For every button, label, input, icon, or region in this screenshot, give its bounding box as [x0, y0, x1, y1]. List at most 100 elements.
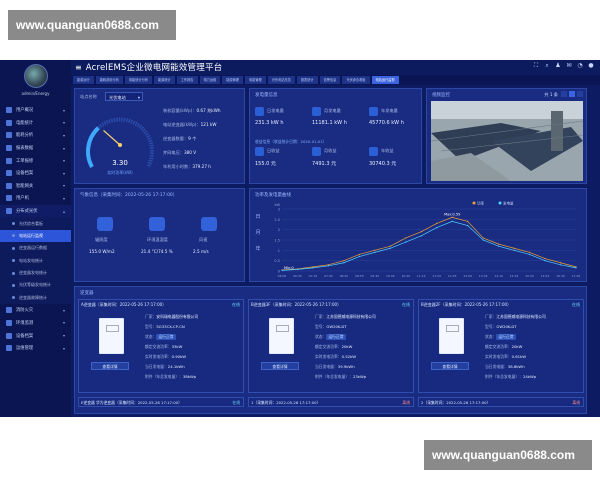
sidebar-subitem-4[interactable]: 逆变器发电统计: [0, 266, 71, 280]
chart-period-tab[interactable]: 年: [253, 245, 263, 261]
sidebar-item-0[interactable]: 用户概况 ▾: [0, 104, 71, 117]
bullet-icon: [12, 283, 15, 287]
station-select[interactable]: 光伏电站 ▾: [105, 92, 143, 101]
camera-pagination: [561, 91, 583, 97]
sidebar-item-label: 报表数据: [16, 146, 34, 152]
info-key: 年利用小时数：: [163, 164, 193, 169]
x-tick-label: 09:30: [371, 274, 380, 278]
chart-period-tab[interactable]: 日: [253, 213, 263, 229]
view-details-button[interactable]: 查看详情: [261, 362, 299, 370]
tab-3[interactable]: 能源统计: [154, 76, 175, 84]
sidebar-item-1[interactable]: 电能统计 ▾: [0, 117, 71, 130]
sidebar-item-label: 能耗分析: [16, 133, 34, 139]
status-badge: 在线: [572, 302, 580, 308]
avatar[interactable]: [23, 64, 48, 88]
menu-icon: [6, 107, 12, 114]
tab-9[interactable]: 报表统计: [296, 76, 318, 84]
wind-icon: [201, 217, 217, 231]
tab-6[interactable]: 能源管理: [222, 76, 243, 84]
sidebar-subitem-6[interactable]: 逆变器故障统计: [0, 291, 71, 305]
tab-0[interactable]: 能源运行: [73, 76, 94, 84]
data-point: [312, 267, 314, 269]
station-name-label: 站点名称: [80, 94, 97, 99]
tab-4[interactable]: 工作报告: [176, 76, 198, 84]
x-tick-label: 10:05: [386, 274, 395, 278]
menu-icon: [6, 182, 12, 189]
shirt-icon[interactable]: ♟: [555, 63, 561, 69]
next-page-icon[interactable]: [577, 91, 583, 97]
data-point: [327, 264, 330, 266]
y-tick-label: 0.5: [274, 259, 280, 263]
x-tick-label: 13:35: [479, 274, 488, 278]
menu-icon: [6, 332, 12, 339]
sidebar-subitem-2[interactable]: 逆变器运行数据: [0, 242, 71, 255]
message-icon[interactable]: ✉: [566, 63, 572, 69]
sidebar-subitem-3[interactable]: 电站发电统计: [0, 254, 71, 267]
info-value: 0.67 兆kWh: [196, 108, 221, 113]
info-value: 121 kW: [200, 122, 217, 127]
sidebar: admin/Energy 用户概况 ▾ 电能统计 ▾ 能耗分析 ▾ 报表数据 ▾ 工单报修 ▾ 设备…: [0, 60, 71, 417]
data-point: [389, 247, 391, 249]
info-value: 运行正常: [156, 334, 176, 340]
inverter-title: E逆变器 华为逆变器（采集时间：2022-05-26 17:17:00）: [81, 400, 182, 405]
y-tick-label: 1: [278, 249, 280, 253]
power-chart[interactable]: 3 2.5 2 1.5 1 0.5 0 kW 06:00 06:35 07:10 07:45 08:20…: [264, 199, 584, 281]
page-1-button[interactable]: [569, 91, 575, 97]
data-point: [358, 253, 360, 256]
legend-marker: [472, 201, 476, 205]
weather-value: 2.5 m/s: [193, 249, 209, 254]
inverter-title: B逆变器2F（采集时间：2022-05-26 17:17:00）: [421, 302, 512, 307]
inverter-card-collapsed[interactable]: 2（采集时间：2022-05-26 17:17:00） 离线: [418, 397, 584, 407]
sidebar-bottom-item-0[interactable]: 消防火灾 ▾: [0, 304, 71, 317]
sidebar-subitem-0[interactable]: 光伏综合看板: [0, 217, 71, 230]
sidebar-item-6[interactable]: 智能网关 ▾: [0, 180, 71, 193]
tab-2[interactable]: 用能统计分析: [124, 76, 152, 84]
y-tick-label: 0: [278, 270, 280, 274]
camera-feed-image[interactable]: [431, 101, 583, 181]
income-value: 155.0 元: [255, 161, 276, 167]
menu-toggle-icon[interactable]: ≡: [75, 63, 82, 72]
tab-12[interactable]: 电站运行监视: [371, 76, 399, 84]
sidebar-item-distributed-pv[interactable]: 分布式光伏 ▴: [0, 204, 71, 218]
tab-5[interactable]: 电力运维: [199, 76, 221, 84]
search-icon[interactable]: ⌕: [544, 63, 550, 69]
sidebar-item-7[interactable]: 用户机 ▾: [0, 192, 71, 205]
sidebar-item-4[interactable]: 工单报修 ▾: [0, 154, 71, 167]
sidebar-subitem-5[interactable]: 光伏等级发电统计: [0, 279, 71, 292]
sidebar-bottom-item-2[interactable]: 设备档案 ▾: [0, 329, 71, 342]
view-details-button[interactable]: 查看详情: [91, 362, 129, 370]
income-icon: [255, 147, 264, 156]
info-key: 厂家：: [315, 314, 327, 319]
inverter-card-header: A逆变器（采集时间：2022-05-26 17:17:00）: [81, 302, 166, 308]
inverter-card-collapsed[interactable]: E逆变器 华为逆变器（采集时间：2022-05-26 17:17:00） 在线: [78, 397, 244, 407]
watermark-bottom: www.quanguan0688.com: [424, 440, 592, 470]
x-tick-label: 17:05: [572, 274, 581, 278]
chart-period-tab[interactable]: 月: [253, 229, 263, 245]
tab-7[interactable]: 电能管理: [245, 76, 266, 84]
tab-8[interactable]: 光伏电站总览: [267, 76, 295, 84]
view-details-button[interactable]: 查看详情: [431, 362, 469, 370]
bullet-icon: [12, 271, 15, 275]
fullscreen-icon[interactable]: ⛶: [533, 63, 539, 69]
sidebar-bottom-item-3[interactable]: 运维管理 ▾: [0, 342, 71, 355]
tab-11[interactable]: 光伏综合看板: [342, 76, 370, 84]
sidebar-bottom-item-1[interactable]: 环境监测 ▾: [0, 317, 71, 330]
chevron-down-icon: ▾: [62, 345, 65, 351]
sidebar-subitem-1[interactable]: 电站运行监视: [0, 229, 71, 243]
prev-page-icon[interactable]: [561, 91, 567, 97]
temperature-icon: [149, 217, 165, 231]
inverter-card-collapsed[interactable]: 1（采集时间：2022-05-26 17:17:00） 离线: [248, 397, 414, 407]
sidebar-item-2[interactable]: 能耗分析 ▾: [0, 129, 71, 142]
user-icon[interactable]: ●: [588, 63, 594, 69]
weather-panel: 气象信息（采集时间：2022-05-26 17:17:00） 辐照度 155.0 …: [74, 188, 245, 282]
sidebar-item-3[interactable]: 报表数据 ▾: [0, 142, 71, 155]
tab-10[interactable]: 告警信息: [319, 76, 341, 84]
tab-1[interactable]: 能耗费用分析: [95, 76, 123, 84]
x-tick-label: 11:50: [432, 274, 441, 278]
x-tick-label: 15:20: [525, 274, 534, 278]
menu-icon: [6, 345, 12, 352]
info-key: 当日发电量：: [145, 364, 168, 369]
bell-icon[interactable]: ◔: [577, 63, 583, 69]
sidebar-item-label: 分布式光伏: [16, 209, 38, 215]
sidebar-item-5[interactable]: 设备档案 ▾: [0, 167, 71, 180]
